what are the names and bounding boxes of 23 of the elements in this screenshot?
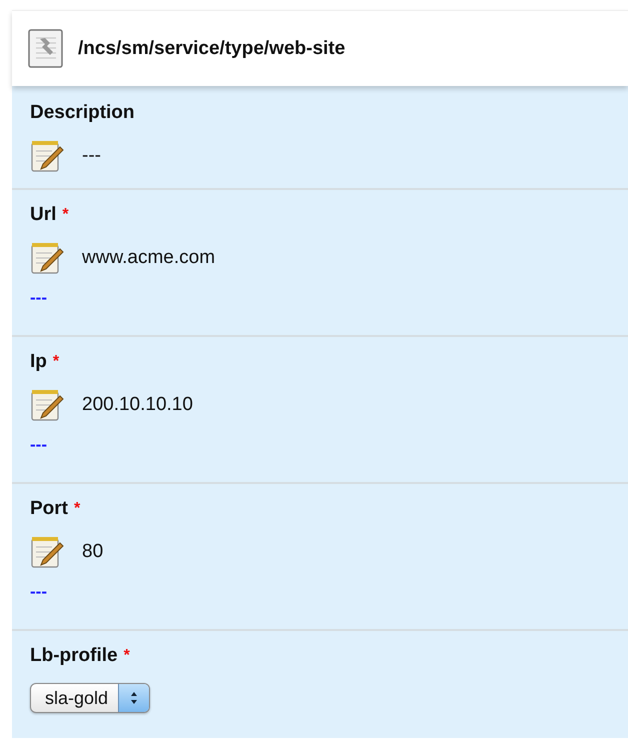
- field-value: www.acme.com: [82, 247, 216, 269]
- up-down-arrows-icon: [130, 691, 138, 705]
- field-value: 80: [82, 541, 104, 563]
- notepad-pencil-icon[interactable]: [30, 534, 64, 570]
- service-path: /ncs/sm/service/type/web-site: [78, 38, 346, 60]
- notepad-pencil-icon[interactable]: [30, 240, 64, 276]
- notepad-pencil-icon[interactable]: [30, 138, 64, 174]
- field-label: Ip: [30, 351, 47, 373]
- required-mark: *: [74, 500, 80, 518]
- required-mark: *: [52, 353, 60, 371]
- profile-dropdown[interactable]: sla-gold: [30, 683, 150, 713]
- field-label: Description: [30, 102, 135, 124]
- field-label: Port: [30, 498, 68, 520]
- empty-link[interactable]: ---: [30, 582, 47, 602]
- required-mark: *: [124, 647, 130, 665]
- field-label: Url: [30, 204, 56, 226]
- empty-link[interactable]: ---: [30, 288, 47, 308]
- empty-link[interactable]: ---: [30, 435, 47, 455]
- field-value: 200.10.10.10: [82, 394, 193, 416]
- required-mark: *: [62, 206, 69, 224]
- field-value: ---: [82, 145, 101, 167]
- notepad-pencil-icon[interactable]: [30, 387, 64, 423]
- field-label: Lb-profile: [30, 645, 118, 667]
